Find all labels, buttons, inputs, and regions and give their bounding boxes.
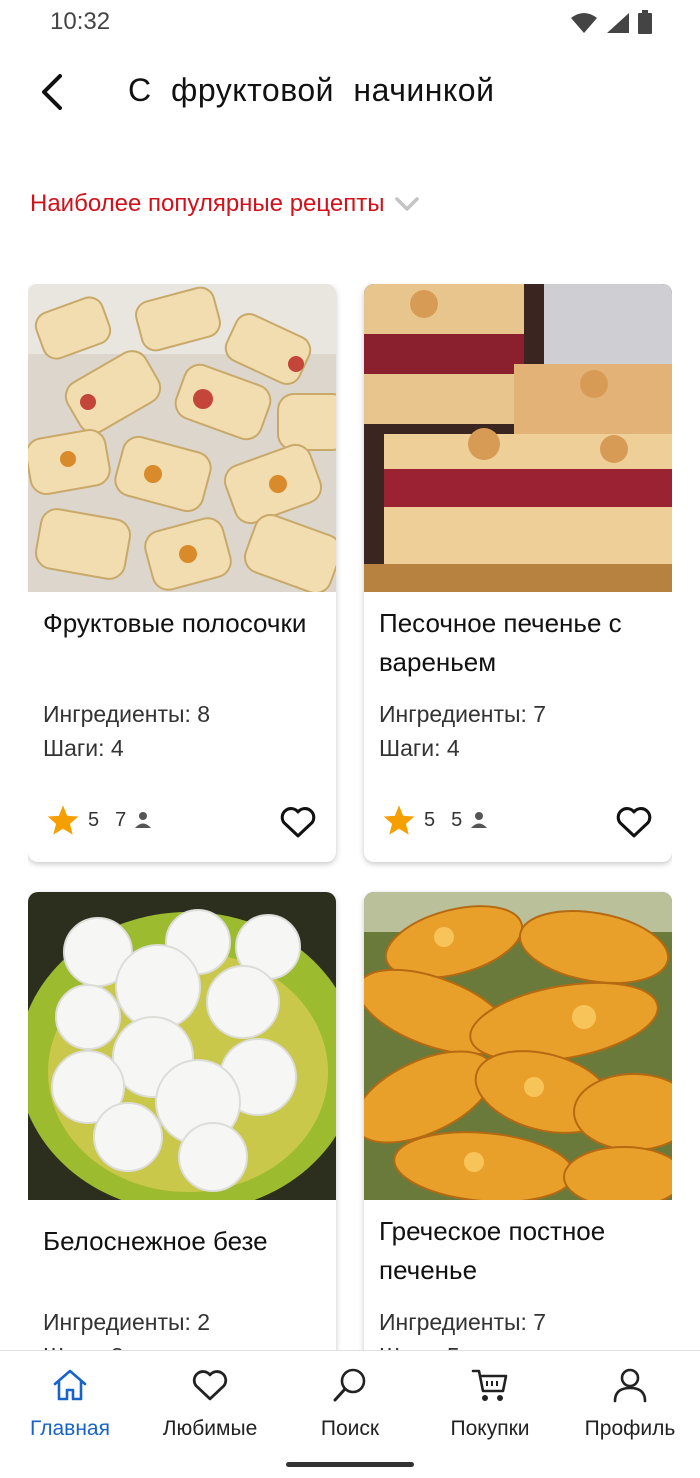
favorite-button[interactable] [278, 802, 318, 842]
recipe-title: Греческое постное печенье [379, 1216, 606, 1285]
recipe-title: Фруктовые полосочки [43, 608, 307, 638]
nav-label: Любимые [162, 1417, 258, 1440]
app-bar: С фруктовой начинкой [0, 48, 700, 138]
recipe-meta: Ингредиенты: 2 Шаги: 3 [43, 1305, 210, 1350]
signal-icon [607, 13, 629, 33]
rating-value: 5 [88, 808, 100, 831]
nav-item-search[interactable]: Поиск [280, 1365, 420, 1451]
home-indicator [286, 1462, 414, 1467]
reviews-count: 5 [451, 808, 463, 831]
steps-count: Шаги: 4 [43, 735, 124, 761]
recipe-card[interactable]: Фруктовые полосочки Ингредиенты: 8 Шаги:… [28, 284, 336, 862]
person-icon [471, 812, 488, 828]
ingredients-count: Ингредиенты: 2 [43, 1309, 211, 1335]
nav-label: Профиль [584, 1417, 676, 1440]
nav-item-profile[interactable]: Профиль [560, 1365, 700, 1451]
star-icon [383, 805, 415, 835]
heart-icon [280, 807, 316, 838]
status-icons [570, 10, 652, 34]
back-button[interactable] [28, 68, 76, 116]
sort-label: Наиболее популярные рецепты [30, 190, 385, 217]
rating: 5 5 [382, 804, 488, 836]
ingredients-count: Ингредиенты: 7 [379, 701, 547, 727]
recipe-card[interactable]: Песочное печенье с вареньем Ингредиенты:… [364, 284, 672, 862]
recipe-card[interactable]: Греческое постное печенье Ингредиенты: 7… [364, 892, 672, 1350]
page-title: С фруктовой начинкой [128, 72, 495, 108]
recipe-title: Белоснежное безе [43, 1226, 268, 1256]
person-icon [135, 812, 152, 828]
recipe-grid: Фруктовые полосочки Ингредиенты: 8 Шаги:… [28, 284, 672, 1350]
greek-cookies-photo [364, 892, 672, 1200]
card-footer: 5 5 [382, 802, 654, 842]
nav-label: Покупки [450, 1417, 530, 1440]
profile-icon [610, 1365, 650, 1405]
rating-value: 5 [424, 808, 436, 831]
card-footer: 5 7 [46, 802, 318, 842]
heart-icon [616, 807, 652, 838]
recipe-card[interactable]: Белоснежное безе Ингредиенты: 2 Шаги: 3 [28, 892, 336, 1350]
cart-icon [470, 1365, 510, 1405]
steps-count: Шаги: 4 [379, 735, 460, 761]
meringue-photo [28, 892, 336, 1200]
heart-icon [190, 1365, 230, 1405]
recipe-meta: Ингредиенты: 7 Шаги: 4 [379, 697, 546, 765]
recipe-meta: Ингредиенты: 8 Шаги: 4 [43, 697, 210, 765]
fruit-roll-cookies-photo [28, 284, 336, 592]
nav-label: Поиск [320, 1417, 380, 1440]
sort-dropdown[interactable]: Наиболее популярные рецепты [30, 190, 420, 218]
star-icon [47, 805, 79, 835]
status-time: 10:32 [50, 8, 111, 35]
ingredients-count: Ингредиенты: 8 [43, 701, 211, 727]
rating: 5 7 [46, 804, 152, 836]
nav-label: Главная [30, 1417, 110, 1440]
steps-count: Шаги: 3 [43, 1339, 210, 1350]
recipe-meta: Ингредиенты: 7 Шаги: 5 [379, 1305, 546, 1350]
wifi-icon [571, 13, 597, 33]
status-bar: 10:32 [0, 0, 700, 48]
jam-shortbread-photo [364, 284, 672, 592]
recipe-title: Песочное печенье с вареньем [379, 608, 622, 677]
steps-count: Шаги: 5 [379, 1339, 546, 1350]
battery-icon [638, 10, 652, 34]
ingredients-count: Ингредиенты: 7 [379, 1309, 547, 1335]
nav-item-shopping[interactable]: Покупки [420, 1365, 560, 1451]
home-icon [50, 1365, 90, 1405]
nav-item-home[interactable]: Главная [0, 1365, 140, 1451]
nav-item-favorites[interactable]: Любимые [140, 1365, 280, 1451]
search-icon [330, 1365, 370, 1405]
chevron-down-icon [395, 197, 420, 211]
favorite-button[interactable] [614, 802, 654, 842]
bottom-nav: Главная Любимые Поиск Покупки Профиль [0, 1350, 700, 1478]
reviews-count: 7 [115, 808, 127, 831]
back-arrow-icon [42, 74, 62, 110]
